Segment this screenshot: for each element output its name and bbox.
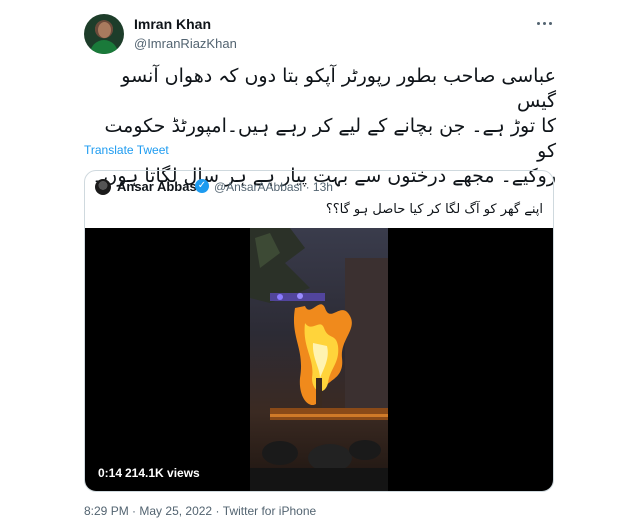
dot (542, 21, 546, 25)
author-name[interactable]: Imran Khan (134, 16, 211, 32)
tweet-date[interactable]: May 25, 2022 (139, 504, 212, 518)
avatar-shirt (90, 40, 118, 54)
more-options-icon[interactable] (534, 18, 554, 28)
video-player[interactable]: 0:14 214.1K views (85, 228, 553, 491)
dot (548, 21, 552, 25)
quoted-author-avatar[interactable] (95, 179, 111, 195)
quoted-tweet-text: اپنے گھر کو آگ لگا کر کیا حاصل ہو گا؟؟ (325, 202, 543, 217)
video-duration: 0:14 (98, 466, 123, 480)
burning-tree-image (250, 228, 388, 491)
tweet-source[interactable]: Twitter for iPhone (223, 504, 316, 518)
author-handle[interactable]: @ImranRiazKhan (134, 36, 237, 51)
translate-tweet-link[interactable]: Translate Tweet (84, 143, 169, 157)
quoted-tweet[interactable]: Ansar Abbasi ✓ @AnsarAAbbasi · 13h اپنے … (84, 170, 554, 492)
footer-separator: · (132, 504, 137, 518)
footer-separator: · (215, 504, 220, 518)
tweet-card: Imran Khan @ImranRiazKhan عباسی صاحب بطو… (0, 0, 640, 528)
quoted-author-meta: @AnsarAAbbasi · 13h (214, 180, 333, 194)
video-frame (250, 228, 388, 491)
tweet-time[interactable]: 8:29 PM (84, 504, 129, 518)
verified-badge-icon: ✓ (195, 179, 209, 193)
video-view-count: 214.1K views (125, 466, 200, 480)
dot (536, 21, 540, 25)
quoted-author-name[interactable]: Ansar Abbasi (117, 179, 200, 194)
quoted-time[interactable]: 13h (313, 180, 333, 194)
tweet-footer: 8:29 PM · May 25, 2022 · Twitter for iPh… (84, 504, 316, 518)
meta-separator: · (305, 180, 310, 194)
quoted-author-handle[interactable]: @AnsarAAbbasi (214, 180, 302, 194)
tweet-text-line: عباسی صاحب بطور رپورٹر آپکو بتا دوں کہ د… (121, 65, 556, 112)
avatar-face (98, 22, 111, 38)
author-avatar[interactable] (84, 14, 124, 54)
